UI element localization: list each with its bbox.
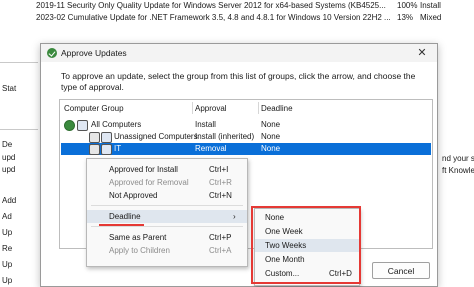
group-deadline: None <box>261 144 281 153</box>
submenu-arrow-icon: › <box>233 212 236 221</box>
update-status: Mixed <box>420 13 442 22</box>
close-button[interactable]: ✕ <box>411 45 433 61</box>
menu-item-shortcut: Ctrl+P <box>209 233 232 242</box>
dialog-title: Approve Updates <box>61 48 127 58</box>
menu-item-shortcut: Ctrl+N <box>209 191 232 200</box>
instruction-text: To approve an update, select the group f… <box>61 71 416 92</box>
details-panel-left: Stat De upd upd Add Ad Up Re Up Up <box>0 45 38 285</box>
group-row-all-computers[interactable]: All Computers Install None <box>61 119 431 131</box>
menu-item-label: Approved for Install <box>109 165 178 174</box>
details-panel-right <box>436 45 474 285</box>
details-label: upd <box>2 165 16 174</box>
deadline-option-none[interactable]: None <box>255 211 359 224</box>
update-status: Install <box>420 1 441 10</box>
column-header-approval[interactable]: Approval <box>195 104 227 113</box>
approval-context-menu: Approved for Install Ctrl+I Approved for… <box>86 158 248 267</box>
update-title: 2023-02 Cumulative Update for .NET Frame… <box>36 13 391 22</box>
menu-item-label: One Month <box>265 255 305 264</box>
menu-item-label: None <box>265 213 285 222</box>
details-label: Up <box>2 228 13 237</box>
approval-dropdown-icon[interactable] <box>89 144 100 155</box>
menu-separator <box>91 226 243 227</box>
divider <box>0 129 38 130</box>
approval-dropdown-icon[interactable] <box>89 132 100 143</box>
details-label: upd <box>2 153 16 162</box>
updates-list-background: 2019-11 Security Only Quality Update for… <box>0 0 474 45</box>
menu-item-label: One Week <box>265 227 303 236</box>
column-header-group[interactable]: Computer Group <box>64 104 124 113</box>
update-percent: 100% <box>397 1 418 10</box>
menu-item-shortcut: Ctrl+I <box>209 165 229 174</box>
computer-group-icon <box>101 132 112 143</box>
details-label: Add <box>2 196 17 205</box>
dialog-titlebar[interactable]: Approve Updates ✕ <box>41 44 437 62</box>
menu-item-approved-for-removal[interactable]: Approved for Removal Ctrl+R <box>87 176 247 189</box>
update-percent: 13% <box>397 13 414 22</box>
update-row[interactable]: 2023-02 Cumulative Update for .NET Frame… <box>0 12 474 24</box>
group-name: Unassigned Computers <box>114 132 198 141</box>
details-label: Stat <box>2 84 17 93</box>
menu-item-deadline[interactable]: Deadline › <box>87 210 247 223</box>
group-name: All Computers <box>91 120 142 129</box>
details-text: ft Knowled <box>442 166 474 175</box>
cancel-button[interactable]: Cancel <box>372 262 430 279</box>
update-row[interactable]: 2019-11 Security Only Quality Update for… <box>0 0 474 12</box>
computer-group-icon <box>101 144 112 155</box>
menu-item-label: Two Weeks <box>265 241 307 250</box>
details-label: Re <box>2 244 13 253</box>
menu-item-same-as-parent[interactable]: Same as Parent Ctrl+P <box>87 231 247 244</box>
menu-item-label: Apply to Children <box>109 246 170 255</box>
details-label: De <box>2 140 13 149</box>
deadline-option-one-week[interactable]: One Week <box>255 225 359 238</box>
menu-item-shortcut: Ctrl+D <box>329 269 352 278</box>
divider <box>0 62 38 63</box>
update-title: 2019-11 Security Only Quality Update for… <box>36 1 386 10</box>
group-approval: Install <box>195 120 216 129</box>
group-row-unassigned-computers[interactable]: Unassigned Computers Install (inherited)… <box>61 131 431 143</box>
details-label: Up <box>2 260 13 269</box>
computer-group-icon <box>77 120 88 131</box>
group-row-it[interactable]: IT Removal None <box>61 143 431 155</box>
menu-item-not-approved[interactable]: Not Approved Ctrl+N <box>87 189 247 202</box>
column-header-deadline[interactable]: Deadline <box>261 104 293 113</box>
deadline-option-two-weeks[interactable]: Two Weeks <box>255 239 359 252</box>
menu-item-shortcut: Ctrl+A <box>209 246 232 255</box>
group-deadline: None <box>261 132 281 141</box>
details-text: nd your syst <box>442 154 474 163</box>
deadline-highlight-underline <box>99 224 144 226</box>
menu-separator <box>91 205 243 206</box>
deadline-option-custom[interactable]: Custom... Ctrl+D <box>255 267 359 280</box>
details-label: Ad <box>2 212 12 221</box>
deadline-option-one-month[interactable]: One Month <box>255 253 359 266</box>
group-deadline: None <box>261 120 281 129</box>
deadline-submenu: None One Week Two Weeks One Month Custom… <box>254 208 360 286</box>
details-label: Up <box>2 276 13 285</box>
group-approval: Removal <box>195 144 227 153</box>
menu-item-label: Custom... <box>265 269 300 278</box>
menu-item-label: Not Approved <box>109 191 158 200</box>
menu-item-label: Approved for Removal <box>109 178 189 187</box>
approve-check-icon <box>47 48 57 58</box>
column-divider[interactable] <box>258 102 259 114</box>
menu-item-shortcut: Ctrl+R <box>209 178 232 187</box>
group-name: IT <box>114 144 122 153</box>
menu-item-approved-for-install[interactable]: Approved for Install Ctrl+I <box>87 163 247 176</box>
column-divider[interactable] <box>192 102 193 114</box>
menu-item-label: Deadline <box>109 212 141 221</box>
menu-item-apply-to-children[interactable]: Apply to Children Ctrl+A <box>87 244 247 257</box>
approved-status-icon <box>64 120 75 131</box>
group-approval: Install (inherited) <box>195 132 255 141</box>
menu-item-label: Same as Parent <box>109 233 167 242</box>
